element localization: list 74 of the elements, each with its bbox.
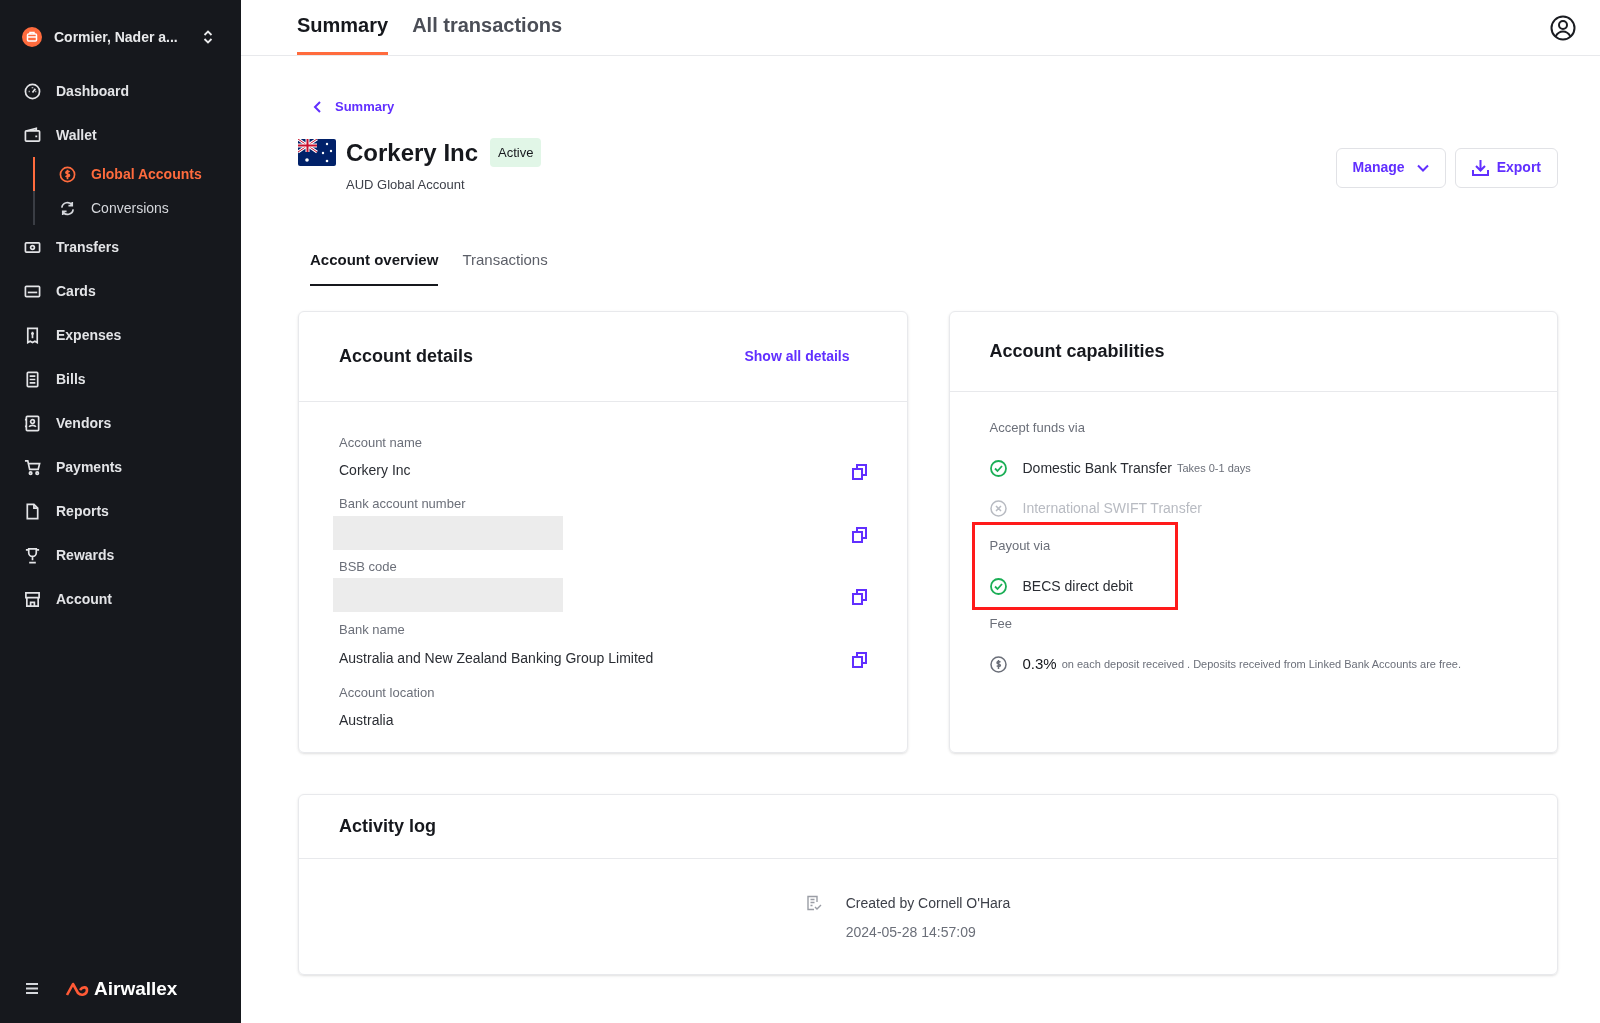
- activity-text: Created by Cornell O'Hara: [845, 893, 1011, 913]
- sidebar-item[interactable]: Rewards: [0, 533, 241, 577]
- copy-icon[interactable]: [851, 589, 867, 605]
- sidebar-item[interactable]: Account: [0, 577, 241, 621]
- trophy-icon: [24, 546, 41, 564]
- dollar-coin-icon: [989, 656, 1007, 673]
- sidebar-item[interactable]: Wallet: [0, 113, 241, 157]
- sidebar-item[interactable]: Cards: [0, 269, 241, 313]
- store-icon: [24, 590, 41, 608]
- cart-icon: [24, 458, 41, 476]
- brand-name: Airwallex: [94, 976, 178, 1001]
- australia-flag-icon: [298, 139, 336, 166]
- top-tab[interactable]: All transactions: [412, 10, 563, 55]
- download-icon: [1471, 159, 1489, 176]
- method-label: International SWIFT Transfer: [1022, 499, 1202, 518]
- menu-icon[interactable]: [26, 983, 38, 995]
- contact-book-icon: [24, 414, 41, 432]
- activity-timestamp: 2024-05-28 14:57:09: [845, 922, 977, 942]
- field-label: Account location: [339, 683, 435, 702]
- card-icon: [24, 282, 41, 300]
- sidebar-item[interactable]: Payments: [0, 445, 241, 489]
- caret-icon: [1416, 163, 1429, 172]
- file-icon: [24, 502, 41, 520]
- user-profile-icon[interactable]: [1550, 15, 1576, 41]
- copy-icon[interactable]: [851, 464, 867, 480]
- receipt-icon: [24, 326, 41, 344]
- field-label: Account name: [339, 433, 423, 452]
- gauge-icon: [24, 82, 41, 100]
- field-label: Bank name: [339, 621, 406, 639]
- copy-icon[interactable]: [851, 526, 867, 543]
- sidebar-item[interactable]: Vendors: [0, 401, 241, 445]
- breadcrumb-link[interactable]: Summary: [335, 97, 395, 117]
- sidebar-subitem[interactable]: Global Accounts: [33, 157, 241, 191]
- organization-name[interactable]: Cormier, Nader a...: [54, 26, 203, 48]
- dollar-coin-icon: [59, 165, 76, 183]
- copy-icon[interactable]: [851, 651, 867, 668]
- status-badge: Active: [490, 137, 542, 168]
- account-name-title: Corkery Inc: [346, 137, 479, 168]
- tab[interactable]: Account overview: [310, 249, 439, 286]
- top-tab[interactable]: Summary: [297, 10, 389, 55]
- method-label: BECS direct debit: [1022, 577, 1133, 596]
- sidebar-item[interactable]: Expenses: [0, 313, 241, 357]
- field-value: Australia and New Zealand Banking Group Limited: [339, 648, 654, 668]
- sidebar-item[interactable]: Bills: [0, 357, 241, 401]
- show-all-details-link[interactable]: Show all details: [744, 345, 850, 367]
- section-heading: Accept funds via: [989, 418, 1086, 437]
- field-value: Australia: [339, 711, 395, 730]
- refresh-arrows-icon: [59, 199, 76, 217]
- document-icon: [24, 370, 41, 388]
- fee-description: on each deposit received . Deposits received from Linked Bank Accounts are free.: [1061, 657, 1461, 673]
- wallet-icon: [24, 126, 41, 144]
- section-heading: Fee: [989, 614, 1013, 633]
- account-type-label: AUD Global Account: [346, 175, 466, 194]
- manage-dropdown[interactable]: Manage: [1335, 147, 1446, 188]
- section-heading: Payout via: [989, 536, 1052, 555]
- sidebar-item[interactable]: Transfers: [0, 225, 241, 269]
- sidebar-subitem[interactable]: Conversions: [33, 191, 241, 225]
- card-title: Account capabilities: [989, 339, 1165, 363]
- card-title: Account details: [339, 344, 474, 368]
- document-check-icon: [805, 894, 822, 911]
- field-label: BSB code: [339, 557, 398, 576]
- export-button[interactable]: Export: [1454, 147, 1558, 188]
- fee-rate: 0.3%: [1022, 654, 1057, 675]
- sidebar-item[interactable]: Dashboard: [0, 69, 241, 113]
- sidebar-item[interactable]: Reports: [0, 489, 241, 533]
- method-note: Takes 0-1 days: [1176, 461, 1251, 477]
- back-chevron-icon[interactable]: [313, 100, 323, 113]
- field-value: Corkery Inc: [339, 461, 412, 480]
- field-label: Bank account number: [339, 495, 467, 513]
- switcher-chevrons-icon[interactable]: [203, 30, 213, 44]
- card-title: Activity log: [339, 814, 436, 838]
- method-label: Domestic Bank Transfer: [1022, 459, 1172, 478]
- briefcase-avatar-icon: [22, 27, 42, 47]
- tab[interactable]: Transactions: [462, 249, 548, 286]
